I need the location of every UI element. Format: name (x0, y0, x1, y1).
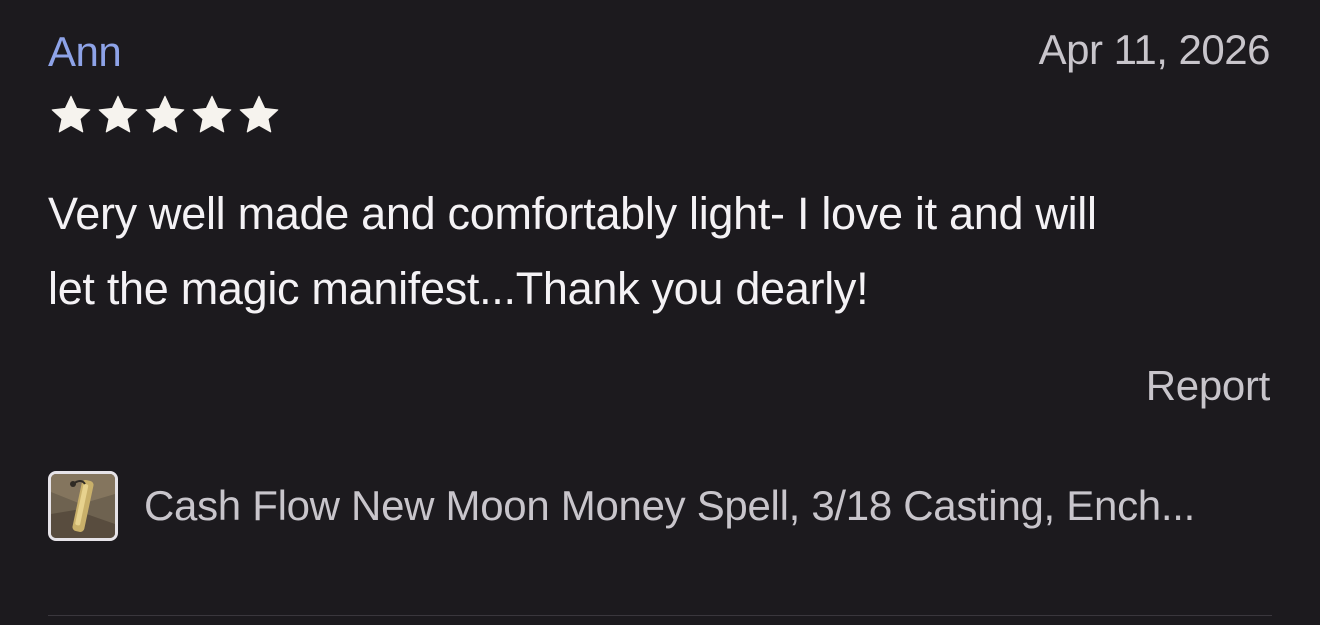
review-text: Very well made and comfortably light- I … (48, 176, 1268, 326)
star-icon (236, 93, 282, 137)
product-thumbnail[interactable] (48, 471, 118, 541)
review-text-line: let the magic manifest...Thank you dearl… (48, 263, 869, 314)
divider (48, 615, 1272, 616)
review-text-line: Very well made and comfortably light- I … (48, 188, 1097, 239)
review-card: Ann Apr 11, 2026 Very well made and comf… (0, 0, 1320, 625)
product-title[interactable]: Cash Flow New Moon Money Spell, 3/18 Cas… (144, 482, 1270, 530)
review-date: Apr 11, 2026 (1038, 26, 1271, 73)
star-icon (48, 93, 94, 137)
star-icon (95, 93, 141, 137)
reviewer-name[interactable]: Ann (48, 28, 122, 76)
star-icon (189, 93, 235, 137)
star-rating (48, 93, 282, 137)
product-link[interactable]: Cash Flow New Moon Money Spell, 3/18 Cas… (48, 468, 1270, 544)
report-button[interactable]: Report (1146, 362, 1271, 410)
star-icon (142, 93, 188, 137)
